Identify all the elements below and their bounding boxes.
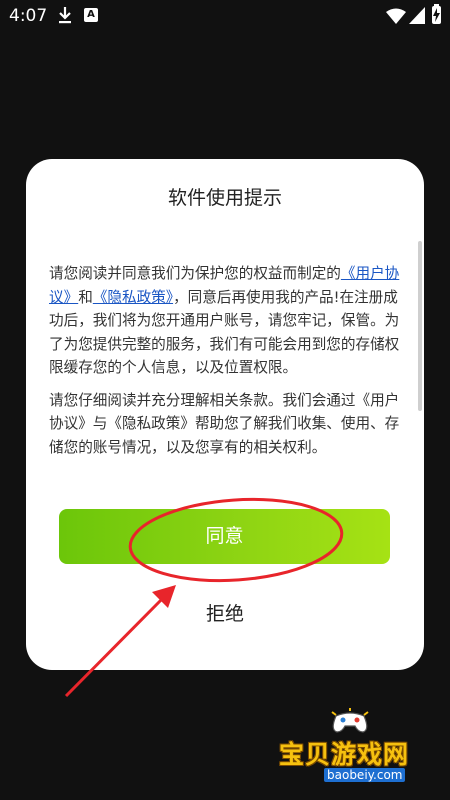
- gamepad-icon: [331, 708, 369, 733]
- highlight-circle: [128, 497, 344, 583]
- watermark-logo: 宝贝游戏网 baobeiy.com: [268, 708, 438, 788]
- watermark-url: baobeiy.com: [324, 768, 406, 782]
- annotation-arrow: [64, 594, 167, 698]
- watermark-text: 宝贝游戏网: [279, 740, 410, 769]
- annotation-overlay: [64, 497, 344, 698]
